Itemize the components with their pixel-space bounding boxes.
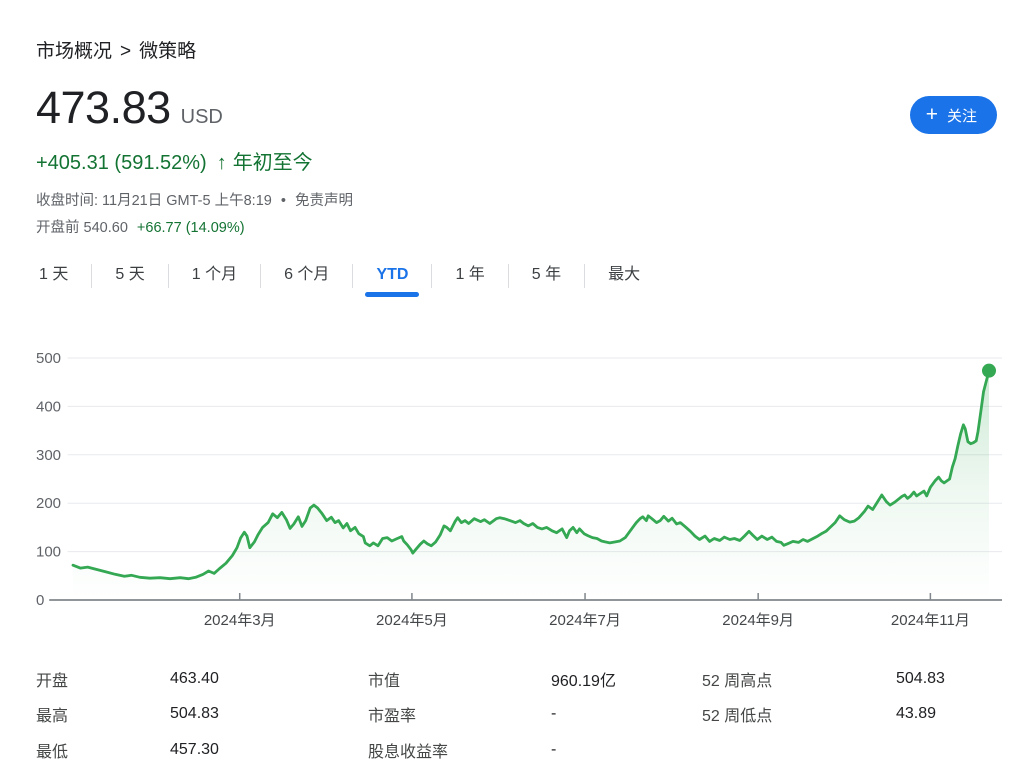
finance-quote-page: 市场概况 > 微策略 473.83 USD + 关注 +405.31 (591.52… — [0, 0, 1024, 775]
stat-row: 开盘463.40 — [36, 661, 368, 697]
breadcrumb-market-overview[interactable]: 市场概况 — [36, 41, 112, 62]
stat-label: 市盈率 — [368, 702, 551, 726]
stat-value: - — [551, 741, 556, 759]
tab-5年[interactable]: 5 年 — [509, 256, 584, 296]
x-tick-label: 2024年9月 — [722, 612, 794, 629]
x-tick-label: 2024年11月 — [891, 612, 970, 629]
breadcrumb-current-stock: 微策略 — [139, 41, 196, 62]
stat-label: 52 周高点 — [702, 667, 896, 691]
tab-label: 1 天 — [39, 266, 68, 283]
tab-label: 1 年 — [455, 266, 484, 283]
currency-label: USD — [181, 106, 223, 129]
stock-price: 473.83 — [36, 82, 171, 134]
arrow-up-icon: ↑ — [217, 152, 227, 174]
stat-value: 43.89 — [896, 705, 936, 723]
x-tick-label: 2024年5月 — [376, 612, 448, 629]
premarket-price: 开盘前 540.60 — [36, 220, 128, 236]
stat-value: - — [551, 705, 556, 723]
stat-row: 52 周高点504.83 — [702, 661, 988, 697]
price-change: +405.31 (591.52%) — [36, 152, 207, 174]
premarket-change: +66.77 (14.09%) — [137, 220, 245, 236]
time-range-tabs: 1 天 5 天 1 个月 6 个月 YTD 1 年 5 年 最大 — [36, 256, 663, 296]
tab-5天[interactable]: 5 天 — [92, 256, 167, 296]
line-chart-canvas[interactable]: 500 400 300 200 100 0 2024年3月 2024年5月 2024年7月 202… — [36, 350, 1002, 642]
tab-label: 5 天 — [115, 266, 144, 283]
price-area-fill — [73, 371, 989, 600]
breadcrumb-separator: > — [120, 41, 131, 62]
tab-1天[interactable]: 1 天 — [36, 256, 91, 296]
stats-column: 开盘463.40最高504.83最低457.30 — [36, 661, 368, 768]
latest-price-dot — [982, 364, 996, 378]
follow-button[interactable]: + 关注 — [910, 96, 997, 134]
tab-6个月[interactable]: 6 个月 — [261, 256, 352, 296]
price-chart: 500 400 300 200 100 0 2024年3月 2024年5月 2024年7月 202… — [36, 350, 1002, 642]
tab-1年[interactable]: 1 年 — [432, 256, 507, 296]
tab-label: 1 个月 — [192, 266, 237, 283]
y-tick-label: 400 — [36, 398, 61, 415]
stat-row: 52 周低点43.89 — [702, 697, 988, 733]
plus-icon: + — [926, 104, 938, 125]
breadcrumb: 市场概况 > 微策略 — [36, 36, 196, 63]
y-tick-label: 100 — [36, 544, 61, 561]
price-row: 473.83 USD — [36, 82, 223, 134]
bullet-separator: • — [281, 193, 286, 209]
stat-row: 市值960.19亿 — [368, 661, 702, 697]
stat-value: 463.40 — [170, 670, 219, 688]
stat-row: 市盈率- — [368, 697, 702, 733]
tab-label: YTD — [376, 266, 408, 283]
close-time-text: 收盘时间: 11月21日 GMT-5 上午8:19 — [36, 193, 272, 209]
stat-label: 市值 — [368, 667, 551, 691]
tab-最大[interactable]: 最大 — [585, 256, 663, 296]
stats-column: 市值960.19亿市盈率-股息收益率- — [368, 661, 702, 768]
close-time-row: 收盘时间: 11月21日 GMT-5 上午8:19 • 免责声明 — [36, 189, 353, 210]
disclaimer-link[interactable]: 免责声明 — [295, 193, 353, 209]
follow-button-label: 关注 — [947, 105, 977, 126]
stat-label: 最低 — [36, 738, 170, 762]
stat-value: 504.83 — [170, 705, 219, 723]
stat-label: 最高 — [36, 702, 170, 726]
y-tick-label: 500 — [36, 350, 61, 367]
tab-YTD[interactable]: YTD — [353, 256, 431, 296]
stat-value: 960.19亿 — [551, 667, 616, 691]
x-tick-label: 2024年3月 — [204, 612, 276, 629]
stat-row: 最高504.83 — [36, 697, 368, 733]
stat-row: 最低457.30 — [36, 732, 368, 768]
change-period-label: 年初至今 — [233, 152, 313, 174]
y-tick-label: 0 — [36, 592, 44, 609]
tab-label: 最大 — [608, 266, 640, 283]
premarket-row: 开盘前 540.60 +66.77 (14.09%) — [36, 216, 245, 237]
stat-value: 457.30 — [170, 741, 219, 759]
x-tick-label: 2024年7月 — [549, 612, 621, 629]
stat-label: 股息收益率 — [368, 738, 551, 762]
key-stats-table: 开盘463.40最高504.83最低457.30市值960.19亿市盈率-股息收… — [36, 661, 988, 768]
stat-value: 504.83 — [896, 670, 945, 688]
y-tick-label: 300 — [36, 447, 61, 464]
y-tick-label: 200 — [36, 495, 61, 512]
stats-column: 52 周高点504.8352 周低点43.89 — [702, 661, 988, 768]
tab-1个月[interactable]: 1 个月 — [169, 256, 260, 296]
stat-label: 52 周低点 — [702, 702, 896, 726]
tab-label: 6 个月 — [284, 266, 329, 283]
tab-label: 5 年 — [532, 266, 561, 283]
active-tab-indicator — [365, 292, 419, 297]
stat-row: 股息收益率- — [368, 732, 702, 768]
price-change-row: +405.31 (591.52%) ↑ 年初至今 — [36, 146, 313, 175]
stat-label: 开盘 — [36, 667, 170, 691]
